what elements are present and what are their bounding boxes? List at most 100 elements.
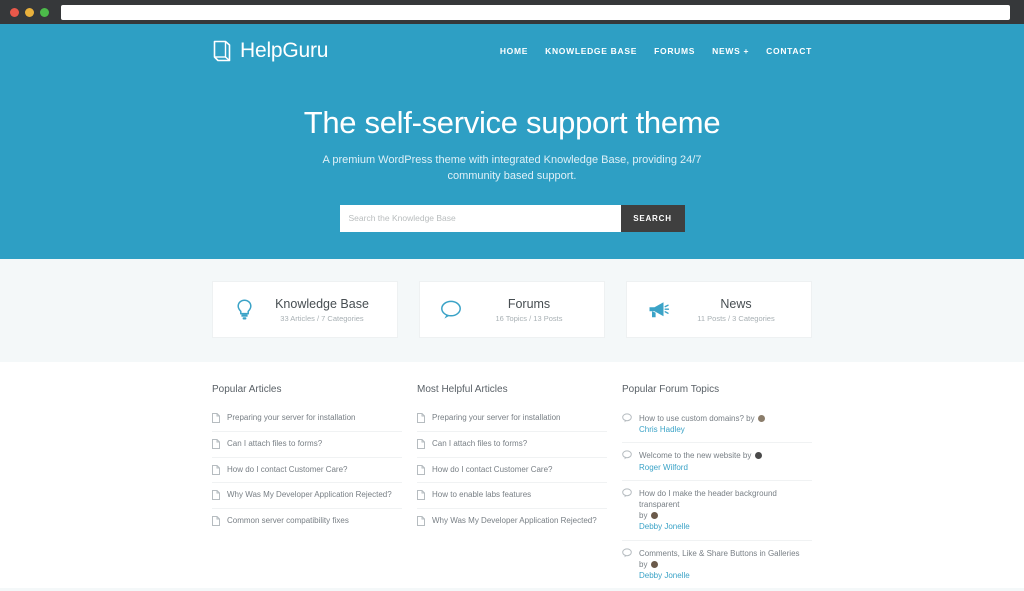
by-label: by [639,559,648,569]
site-header: HelpGuru HOME KNOWLEDGE BASE FORUMS NEWS… [0,24,1024,77]
topic-author[interactable]: Roger Wilford [639,463,688,472]
topic-author[interactable]: Debby Jonelle [639,571,690,580]
content-columns-section: Popular Articles Preparing your server f… [0,362,1024,589]
knowledge-base-search-form: SEARCH [339,204,685,232]
speech-bubble-icon [622,450,632,460]
feature-title: News [720,296,752,311]
column-title: Popular Forum Topics [622,384,720,395]
hero-subtitle: A premium WordPress theme with integrate… [322,154,702,182]
list-item-label: Why Was My Developer Application Rejecte… [432,516,597,526]
topic-body: How do I make the header background tran… [639,488,812,533]
by-label: by [746,414,755,423]
list-item[interactable]: Welcome to the new website by Roger Wilf… [622,443,812,481]
search-input[interactable] [339,204,621,232]
nav-knowledge-base[interactable]: KNOWLEDGE BASE [545,46,637,56]
avatar [757,415,765,422]
megaphone-icon [641,300,675,320]
avatar [650,512,658,520]
feature-card-knowledge-base[interactable]: Knowledge Base 33 Articles / 7 Categorie… [212,281,398,338]
list-item[interactable]: How do I make the header background tran… [622,481,812,541]
document-icon [417,438,425,449]
document-icon [212,490,220,501]
minimize-window-button[interactable] [25,7,34,17]
list-item[interactable]: How do I contact Customer Care? [212,458,402,484]
lightbulb-icon [227,298,261,321]
document-icon [417,490,425,501]
list-item[interactable]: Preparing your server for installation [417,406,607,432]
nav-contact[interactable]: CONTACT [766,46,812,56]
popular-articles-list: Preparing your server for installation C… [212,406,402,534]
avatar [650,560,658,568]
topic-body: Comments, Like & Share Buttons in Galler… [639,548,800,582]
document-icon [417,413,425,423]
nav-forums[interactable]: FORUMS [654,46,695,56]
column-most-helpful-articles: Most Helpful Articles Preparing your ser… [417,384,607,588]
list-item-label: Can I attach files to forms? [432,438,528,448]
by-label: by [742,451,752,461]
feature-title: Knowledge Base [275,296,369,311]
column-popular-articles: Popular Articles Preparing your server f… [212,384,402,588]
document-icon [212,464,220,475]
list-item-label: Can I attach files to forms? [227,438,323,448]
maximize-window-button[interactable] [40,7,49,17]
list-item-label: Preparing your server for installation [432,413,561,422]
speech-bubble-icon [622,413,632,423]
speech-bubble-icon [434,300,468,320]
nav-home[interactable]: HOME [500,46,528,56]
by-label: by [639,511,648,521]
most-helpful-articles-list: Preparing your server for installation C… [417,406,607,534]
topic-title: Comments, Like & Share Buttons in Galler… [639,548,800,558]
column-title: Most Helpful Articles [417,384,508,395]
search-button[interactable]: SEARCH [620,204,685,232]
book-icon [212,39,232,63]
list-item[interactable]: How do I contact Customer Care? [417,458,607,484]
document-icon [212,438,220,449]
list-item-label: Preparing your server for installation [227,413,356,422]
column-title: Popular Articles [212,384,282,395]
topic-author[interactable]: Chris Hadley [639,425,685,434]
browser-chrome [0,0,1024,24]
feature-meta: 11 Posts / 3 Categories [697,313,775,323]
list-item-label: Common server compatibility fixes [227,516,349,526]
list-item-label: Why Was My Developer Application Rejecte… [227,490,392,500]
close-window-button[interactable] [10,7,19,17]
feature-meta: 16 Topics / 13 Posts [495,313,563,323]
avatar [754,452,762,460]
list-item[interactable]: Preparing your server for installation [212,406,402,432]
list-item[interactable]: Why Was My Developer Application Rejecte… [212,483,402,510]
brand-logo[interactable]: HelpGuru [212,39,328,63]
speech-bubble-icon [622,488,632,498]
topic-body: Welcome to the new website by Roger Wilf… [639,450,763,472]
list-item[interactable]: Comments, Like & Share Buttons in Galler… [622,541,812,589]
column-popular-forum-topics: Popular Forum Topics How to use custom d… [622,384,812,588]
topic-title: How do I make the header background tran… [639,488,777,509]
topic-author[interactable]: Debby Jonelle [639,522,690,531]
list-item[interactable]: Common server compatibility fixes [212,509,402,534]
document-icon [212,516,220,527]
feature-card-news[interactable]: News 11 Posts / 3 Categories [626,281,812,338]
topic-body: How to use custom domains? by Chris Hadl… [639,413,766,435]
hero-title: The self-service support theme [303,105,721,140]
feature-card-forums[interactable]: Forums 16 Topics / 13 Posts [419,281,605,338]
document-icon [417,516,425,527]
list-item-label: How do I contact Customer Care? [432,464,553,474]
nav-news[interactable]: NEWS + [712,46,749,56]
list-item[interactable]: Can I attach files to forms? [417,432,607,458]
hero-section: The self-service support theme A premium… [0,77,1024,259]
document-icon [417,464,425,475]
speech-bubble-icon [622,547,632,558]
topic-title: Welcome to the new website [639,451,741,461]
list-item-label: How to enable labs features [432,490,532,500]
list-item-label: How do I contact Customer Care? [227,464,348,474]
popular-forum-topics-list: How to use custom domains? by Chris Hadl… [622,406,812,588]
address-bar[interactable] [61,4,1010,20]
brand-name: HelpGuru [240,38,329,62]
list-item[interactable]: Why Was My Developer Application Rejecte… [417,509,607,534]
list-item[interactable]: How to enable labs features [417,483,607,510]
feature-cards-section: Knowledge Base 33 Articles / 7 Categorie… [0,259,1024,362]
main-navigation: HOME KNOWLEDGE BASE FORUMS NEWS + CONTAC… [500,46,812,56]
list-item[interactable]: How to use custom domains? by Chris Hadl… [622,406,812,444]
list-item[interactable]: Can I attach files to forms? [212,432,402,458]
window-controls [10,7,49,17]
topic-title: How to use custom domains? [639,414,744,423]
